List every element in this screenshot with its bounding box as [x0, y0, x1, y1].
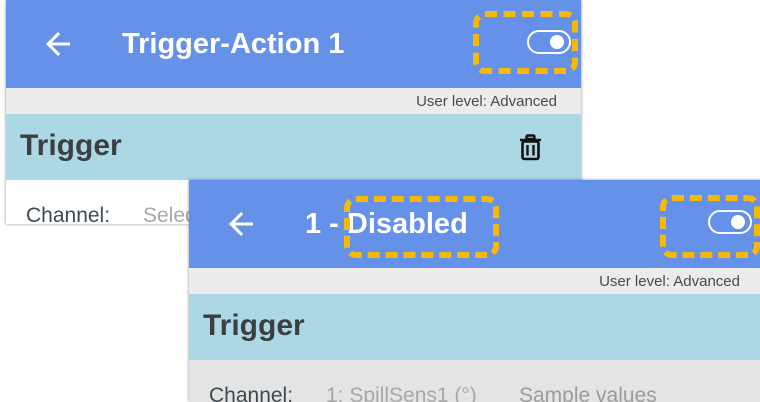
enable-toggle[interactable]: [708, 210, 752, 234]
trash-icon[interactable]: [519, 134, 542, 161]
user-level-bar: User level: Advanced: [189, 268, 760, 294]
sample-values-button[interactable]: Sample values: [519, 384, 657, 402]
section-title: Trigger: [203, 309, 305, 342]
channel-select[interactable]: Selec: [143, 204, 196, 224]
trigger-section-header: Trigger: [6, 114, 581, 180]
trigger-section-header: Trigger: [189, 294, 760, 360]
app-bar: Trigger-Action 1: [6, 0, 581, 88]
channel-select[interactable]: 1: SpillSens1 (°): [326, 384, 477, 402]
user-level-bar: User level: Advanced: [6, 88, 581, 114]
title-status: Disabled: [346, 208, 468, 240]
back-arrow-icon[interactable]: [40, 26, 76, 62]
back-arrow-icon[interactable]: [223, 206, 259, 242]
user-level-text: User level: Advanced: [599, 273, 740, 290]
channel-label: Channel:: [26, 204, 111, 224]
page-title: 1 - Disabled: [305, 202, 468, 246]
user-level-text: User level: Advanced: [416, 93, 557, 110]
page-title: Trigger-Action 1: [122, 28, 345, 60]
channel-row[interactable]: Channel: 1: SpillSens1 (°) Sample values: [189, 360, 760, 402]
enable-toggle[interactable]: [527, 30, 571, 54]
screen-after: 1 - Disabled User level: Advanced Trigge…: [189, 180, 760, 402]
app-bar: 1 - Disabled: [189, 180, 760, 268]
section-title: Trigger: [20, 129, 122, 162]
channel-label: Channel:: [209, 384, 294, 402]
title-prefix: 1 -: [305, 208, 347, 240]
